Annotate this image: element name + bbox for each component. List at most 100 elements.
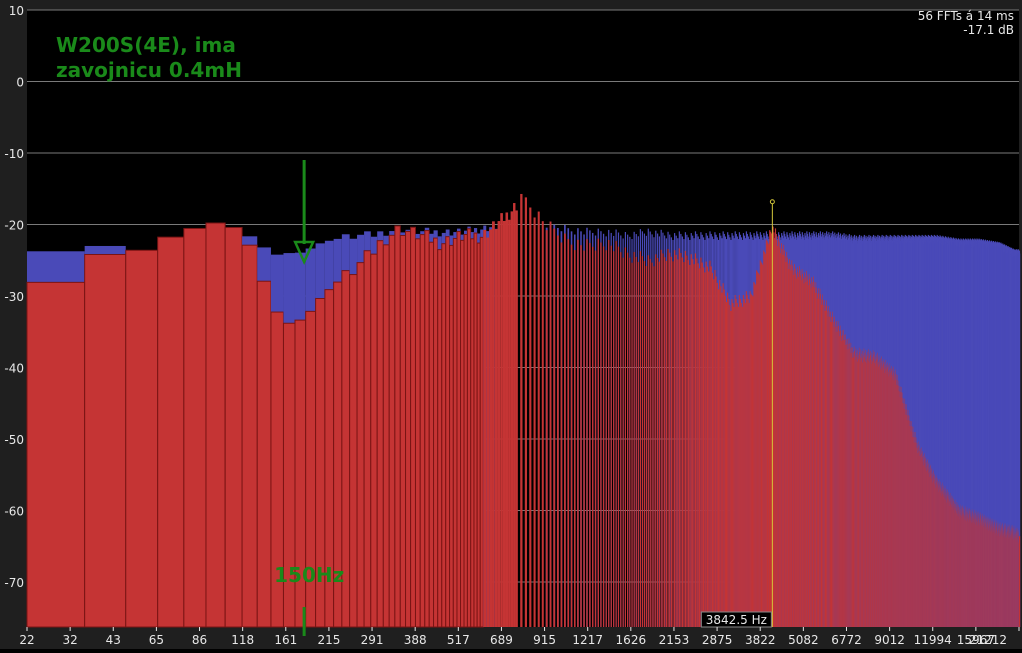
x-tick-label: 915: [533, 633, 556, 647]
y-tick-label: -40: [4, 361, 24, 375]
red-bar: [683, 262, 685, 627]
red-bar: [680, 252, 682, 627]
red-bar: [224, 227, 243, 628]
red-bar: [710, 266, 712, 627]
red-bar: [667, 248, 669, 627]
red-bar: [662, 253, 664, 628]
red-bar: [675, 254, 677, 628]
x-tick-label: 86: [192, 633, 207, 647]
red-bar: [510, 211, 514, 627]
red-bar: [705, 261, 707, 627]
red-bar: [592, 246, 594, 627]
red-bar: [702, 267, 705, 627]
red-bar: [732, 303, 734, 627]
red-bar: [545, 230, 548, 628]
red-bar: [486, 237, 490, 628]
red-bar: [388, 234, 396, 628]
red-bar: [567, 239, 570, 627]
y-tick-label: -60: [4, 504, 24, 518]
red-bar: [711, 272, 714, 627]
red-bar: [376, 240, 384, 628]
red-bar: [647, 255, 649, 627]
red-bar: [719, 279, 721, 627]
red-bar: [731, 299, 733, 627]
red-bar: [696, 258, 698, 627]
red-bar: [463, 233, 468, 628]
red-bar: [629, 257, 631, 627]
red-bar: [725, 302, 728, 627]
red-bar: [633, 251, 635, 627]
red-bar: [356, 262, 365, 628]
red-bar: [622, 257, 624, 627]
red-bar: [698, 268, 701, 627]
y-tick-label: -30: [4, 290, 24, 304]
red-bar: [645, 266, 647, 627]
red-bar: [715, 276, 717, 627]
red-bar: [441, 243, 447, 628]
red-bar: [713, 279, 715, 627]
annotation-title-line2: zavojnicu 0.4mH: [56, 58, 242, 82]
red-bar: [657, 257, 659, 627]
red-bar: [382, 244, 390, 628]
red-bar: [677, 259, 679, 627]
red-bar: [553, 228, 556, 627]
red-bar: [370, 253, 378, 628]
red-bar: [692, 259, 694, 627]
red-bar: [541, 221, 544, 627]
red-bar: [639, 251, 641, 628]
red-bar: [674, 250, 676, 628]
x-tick-label: 43: [106, 633, 121, 647]
red-bar: [669, 252, 671, 627]
red-bar: [452, 237, 458, 628]
red-bar: [529, 207, 532, 627]
red-bar: [637, 261, 639, 627]
red-bar: [735, 299, 737, 627]
red-bar: [694, 253, 697, 627]
x-tick-label: 11994: [914, 633, 952, 647]
red-bar: [449, 244, 454, 628]
red-bar: [643, 261, 645, 627]
red-bar: [686, 255, 688, 628]
red-bar: [722, 283, 724, 627]
red-bar: [736, 302, 738, 627]
spectrum-svg: 3842.5 Hz W200S(4E), ima zavojnicu 0.4mH…: [0, 0, 1022, 649]
red-bar: [497, 221, 501, 627]
red-bar: [515, 210, 518, 627]
y-tick-label: -20: [4, 218, 24, 232]
red-bar: [483, 229, 487, 627]
red-bar: [405, 230, 412, 628]
red-bar: [704, 272, 706, 627]
red-bar: [570, 244, 573, 627]
red-bar: [651, 262, 653, 627]
red-bar: [620, 252, 622, 628]
cursor-freq-label: 3842.5 Hz: [706, 613, 767, 627]
marker-label: 150Hz: [274, 563, 344, 587]
red-bar: [157, 236, 185, 628]
red-bar: [363, 250, 372, 628]
red-bar: [613, 251, 615, 627]
red-bar: [537, 211, 540, 627]
red-bar: [665, 260, 667, 627]
red-bar: [505, 212, 509, 628]
y-tick-label: 0: [16, 75, 24, 89]
red-bar: [573, 250, 576, 628]
red-bar: [492, 221, 495, 627]
y-tick-label: -10: [4, 147, 24, 161]
red-bar: [460, 239, 465, 628]
red-bar: [399, 234, 407, 628]
x-tick-label: 689: [490, 633, 513, 647]
x-tick-label: 291: [361, 633, 384, 647]
red-bar: [690, 254, 692, 627]
red-bar: [586, 239, 588, 627]
red-bar: [533, 217, 536, 627]
red-bar: [721, 292, 723, 627]
red-bar: [681, 257, 684, 627]
red-bar: [660, 249, 662, 627]
red-bar: [733, 306, 735, 627]
red-bar: [84, 253, 127, 628]
red-bar: [717, 289, 720, 627]
red-bar: [564, 233, 566, 628]
red-bar: [684, 250, 687, 627]
red-bar: [730, 310, 732, 627]
x-tick-label: 215: [317, 633, 340, 647]
